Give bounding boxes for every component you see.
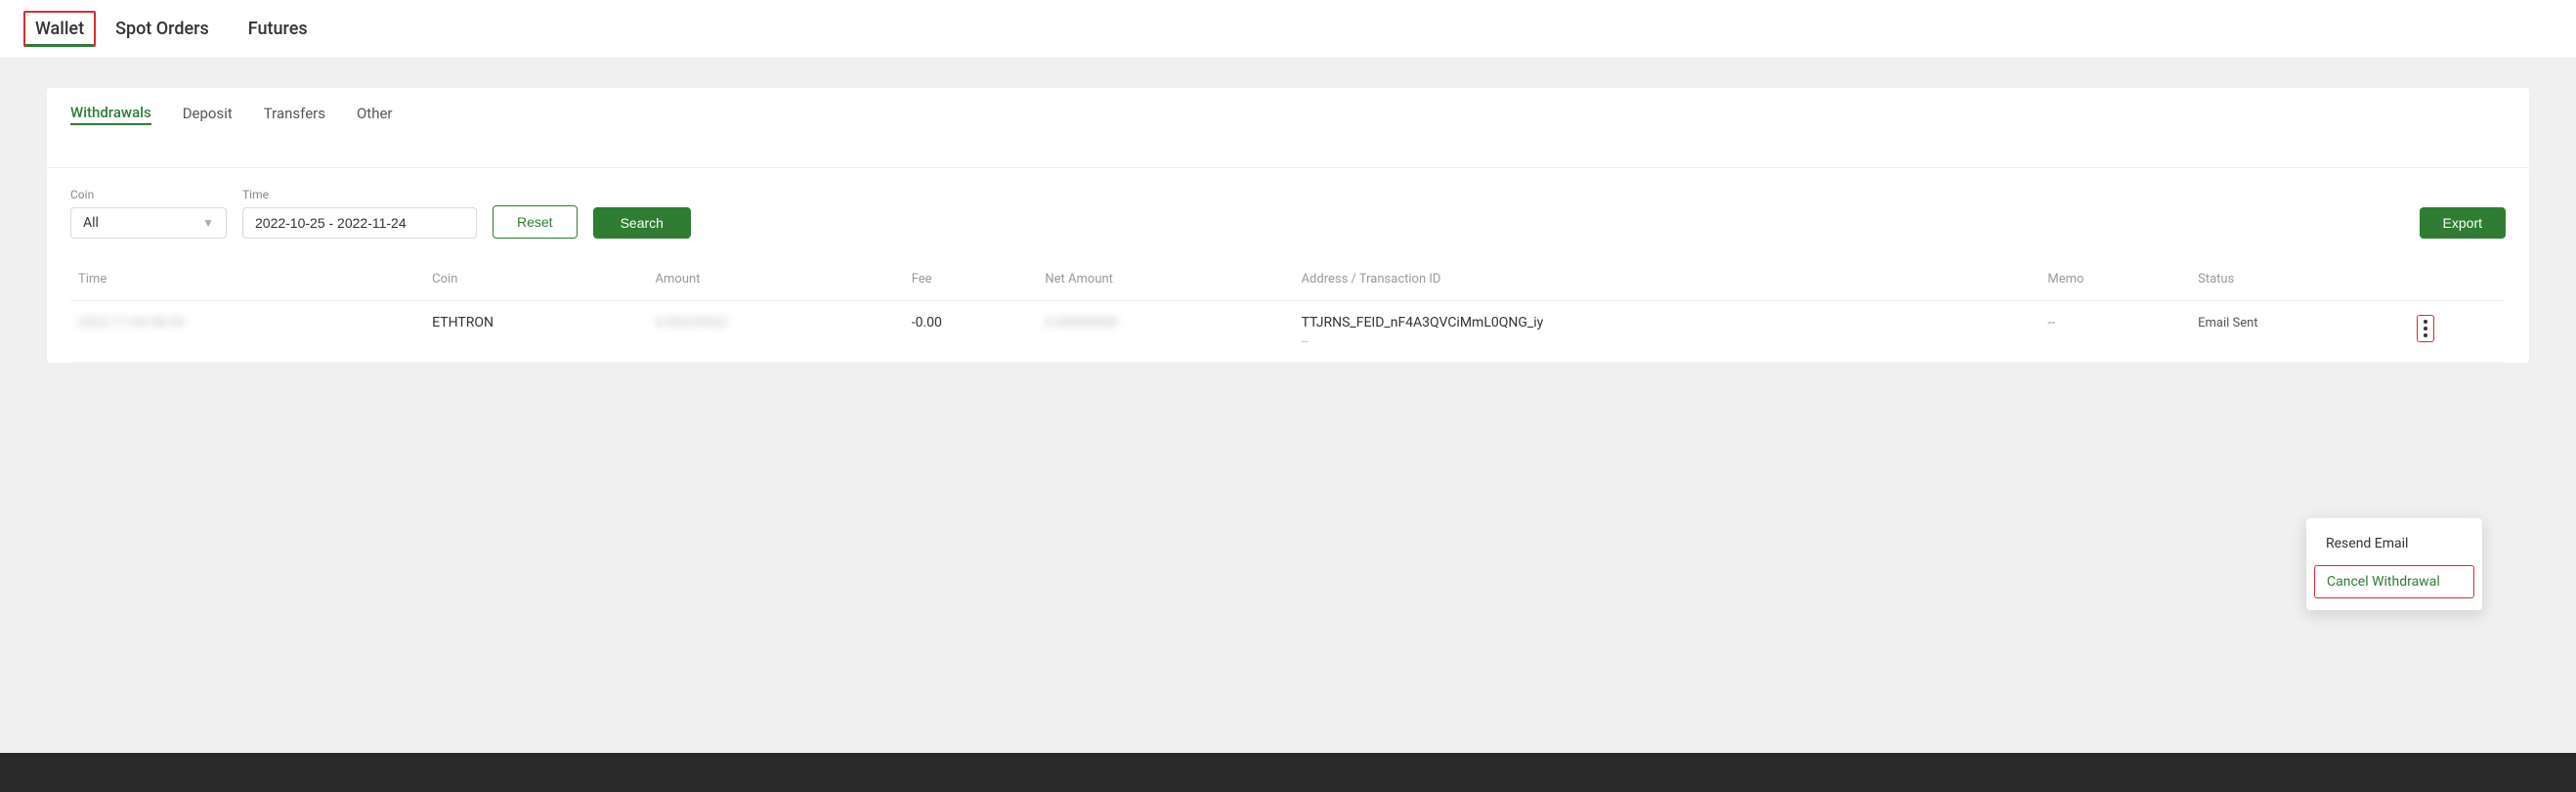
amount-value: 0.00235422 [656, 315, 729, 330]
top-navigation: Wallet Spot Orders Futures [0, 0, 2576, 59]
col-memo: Memo [2039, 258, 2190, 301]
status-badge: Email Sent [2198, 316, 2257, 330]
reset-button[interactable]: Reset [493, 205, 578, 239]
row-memo: -- [2039, 301, 2190, 363]
col-address: Address / Transaction ID [1294, 258, 2040, 301]
date-range-input[interactable] [242, 207, 477, 239]
row-address: TTJRNS_FEID_nF4A3QVCiMmL0QNG_iy -- [1294, 301, 2040, 363]
actions-menu-button[interactable] [2417, 315, 2434, 342]
table-row: 2022-11-04 08:39 ETHTRON 0.00235422 -0.0… [70, 301, 2506, 363]
row-net-amount: 0.00000000 [1037, 301, 1293, 363]
time-value: 2022-11-04 08:39 [78, 315, 185, 330]
address-main: TTJRNS_FEID_nF4A3QVCiMmL0QNG_iy [1302, 315, 2033, 330]
sub-tab-other[interactable]: Other [357, 105, 393, 124]
time-filter-group: Time [242, 188, 477, 239]
row-amount: 0.00235422 [648, 301, 904, 363]
dot-icon-3 [2424, 333, 2427, 337]
sub-tab-deposit[interactable]: Deposit [183, 105, 233, 124]
sub-tab-withdrawals[interactable]: Withdrawals [70, 104, 151, 125]
main-content: Withdrawals Deposit Transfers Other Coin… [0, 59, 2576, 392]
filter-row: Coin All ▼ Time Reset Search Export [70, 188, 2506, 239]
col-fee: Fee [904, 258, 1038, 301]
row-status: Email Sent [2190, 301, 2409, 363]
row-time: 2022-11-04 08:39 [70, 301, 424, 363]
nav-tab-spot-orders[interactable]: Spot Orders [115, 3, 229, 55]
col-net-amount: Net Amount [1037, 258, 1293, 301]
filter-section: Coin All ▼ Time Reset Search Export [47, 167, 2529, 258]
dot-icon-2 [2424, 327, 2427, 330]
row-fee: -0.00 [904, 301, 1038, 363]
nav-tab-futures[interactable]: Futures [248, 3, 327, 55]
content-wrapper: Withdrawals Deposit Transfers Other Coin… [47, 88, 2529, 363]
chevron-down-icon: ▼ [202, 216, 214, 230]
row-actions [2409, 301, 2506, 363]
address-sub: -- [1302, 334, 2033, 348]
col-coin: Coin [424, 258, 647, 301]
resend-email-option[interactable]: Resend Email [2306, 526, 2482, 561]
col-status: Status [2190, 258, 2409, 301]
table-container: Time Coin Amount Fee Net Amount Address … [47, 258, 2529, 363]
coin-label: Coin [70, 188, 227, 201]
dot-icon-1 [2424, 320, 2427, 324]
net-amount-value: 0.00000000 [1045, 315, 1118, 330]
sub-tabs: Withdrawals Deposit Transfers Other [47, 88, 2529, 141]
transactions-table: Time Coin Amount Fee Net Amount Address … [70, 258, 2506, 363]
export-button[interactable]: Export [2420, 207, 2506, 239]
cancel-withdrawal-option[interactable]: Cancel Withdrawal [2314, 565, 2474, 598]
dropdown-menu: Resend Email Cancel Withdrawal [2306, 518, 2482, 610]
col-time: Time [70, 258, 424, 301]
bottom-bar [0, 753, 2576, 792]
col-actions [2409, 258, 2506, 301]
nav-tab-wallet[interactable]: Wallet [23, 11, 96, 47]
sub-tab-transfers[interactable]: Transfers [264, 105, 325, 124]
table-header-row: Time Coin Amount Fee Net Amount Address … [70, 258, 2506, 301]
time-label: Time [242, 188, 477, 201]
coin-select-value: All [83, 215, 99, 231]
search-button[interactable]: Search [593, 207, 691, 239]
coin-filter-group: Coin All ▼ [70, 188, 227, 239]
col-amount: Amount [648, 258, 904, 301]
row-coin: ETHTRON [424, 301, 647, 363]
memo-value: -- [2047, 315, 2055, 330]
coin-select[interactable]: All ▼ [70, 207, 227, 239]
